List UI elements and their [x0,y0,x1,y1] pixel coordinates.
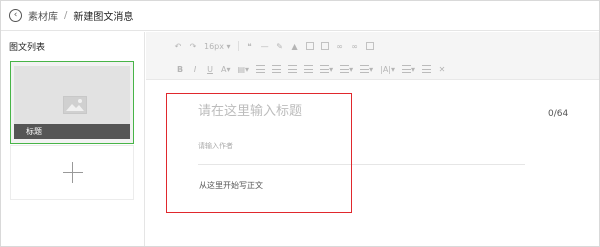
body-editor[interactable]: 从这里开始写正文 [199,180,263,191]
article-card-selected[interactable]: 标题 [10,61,134,144]
editor-toolbar: ↶ ↷ 16px ▾ ❝ — ✎ ▲ ∞ ∞ B I U A▾ ▤▾ ▾ ▾ ▾… [146,32,599,80]
bold-icon[interactable]: B [176,64,184,75]
breadcrumb: ‹ 素材库 / 新建图文消息 [1,1,599,31]
breadcrumb-separator: / [64,10,68,21]
video-icon[interactable] [365,41,374,52]
stamp-icon[interactable]: ▲ [291,41,299,52]
breadcrumb-current-page: 新建图文消息 [73,12,134,23]
redo-icon[interactable]: ↷ [189,41,197,52]
link-icon[interactable]: ∞ [336,41,344,52]
author-input[interactable] [198,139,318,153]
list-icon[interactable]: ▾ [402,64,415,75]
background-color-icon[interactable]: ▤▾ [238,64,250,75]
title-input[interactable] [198,101,338,121]
align-center-icon[interactable] [272,64,282,75]
image-placeholder-icon [63,96,87,114]
image-icon[interactable] [305,41,314,52]
quote-icon[interactable]: ❝ [246,41,254,52]
plus-icon-vertical [72,162,73,183]
app-window: ‹ 素材库 / 新建图文消息 图文列表 标题 ↶ ↷ 16px ▾ ❝ — ✎ … [0,0,600,247]
format-brush-icon[interactable]: ✎ [276,41,284,52]
toolbar-divider [237,41,239,51]
table-icon[interactable] [320,41,329,52]
breadcrumb-material-library[interactable]: 素材库 [28,8,58,23]
line-height-icon[interactable]: ▾ [360,64,373,75]
font-size-select[interactable]: 16px ▾ [204,41,231,52]
paragraph-spacing-icon[interactable]: ▾ [340,64,353,75]
clear-format-icon[interactable] [422,64,432,75]
hr-icon[interactable]: — [261,41,269,52]
align-left-icon[interactable] [256,64,266,75]
add-article-button[interactable] [10,145,134,200]
article-card-caption: 标题 [14,124,130,139]
plus-icon [63,172,83,173]
cover-thumbnail: 标题 [14,66,130,139]
editor-divider [198,164,525,165]
letter-spacing-icon[interactable]: |A|▾ [380,64,395,75]
indent-icon[interactable]: ▾ [320,64,333,75]
article-list-panel: 图文列表 标题 [1,32,145,246]
title-char-counter: 0/64 [548,109,569,119]
unlink-icon[interactable]: ∞ [351,41,359,52]
font-color-icon[interactable]: A▾ [221,64,231,75]
back-arrow-icon[interactable]: ‹ [9,9,22,22]
underline-icon[interactable]: U [206,64,214,75]
fullscreen-icon[interactable]: ✕ [438,64,446,75]
font-size-value: 16px [204,41,224,51]
undo-icon[interactable]: ↶ [174,41,182,52]
toolbar-row-1: ↶ ↷ 16px ▾ ❝ — ✎ ▲ ∞ ∞ [174,39,374,53]
justify-icon[interactable] [304,64,314,75]
align-right-icon[interactable] [288,64,298,75]
toolbar-row-2: B I U A▾ ▤▾ ▾ ▾ ▾ |A|▾ ▾ ✕ [176,62,446,76]
italic-icon[interactable]: I [191,64,199,75]
article-list-title: 图文列表 [9,43,46,53]
